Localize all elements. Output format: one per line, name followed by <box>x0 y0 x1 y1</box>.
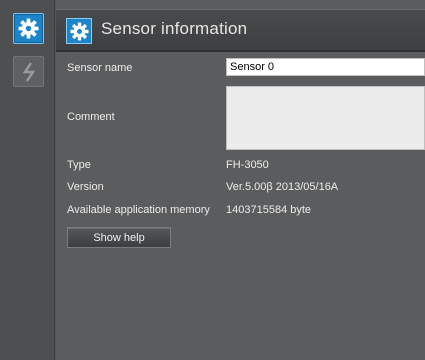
comment-label: Comment <box>67 111 115 123</box>
page-title: Sensor information <box>101 19 248 38</box>
sensor-name-input[interactable] <box>226 58 425 76</box>
version-value: Ver.5.00β 2013/05/16A <box>226 181 339 193</box>
sidebar-item-power[interactable] <box>13 56 44 87</box>
sidebar <box>0 0 55 360</box>
panel-header: Sensor information <box>56 9 425 52</box>
sidebar-item-sensor-settings[interactable] <box>13 13 44 44</box>
show-help-button[interactable]: Show help <box>67 227 171 248</box>
memory-value: 1403715584 byte <box>226 204 312 216</box>
main-panel: Sensor information Sensor name Comment T… <box>56 0 425 360</box>
lightning-icon <box>22 61 35 82</box>
sensor-name-label: Sensor name <box>67 62 133 74</box>
header-gear-icon <box>66 18 92 44</box>
comment-field[interactable] <box>226 86 425 150</box>
version-label: Version <box>67 181 104 193</box>
gear-icon <box>69 21 89 41</box>
type-value: FH-3050 <box>226 159 269 171</box>
type-label: Type <box>67 159 91 171</box>
gear-icon <box>18 18 39 39</box>
memory-label: Available application memory <box>67 204 210 216</box>
